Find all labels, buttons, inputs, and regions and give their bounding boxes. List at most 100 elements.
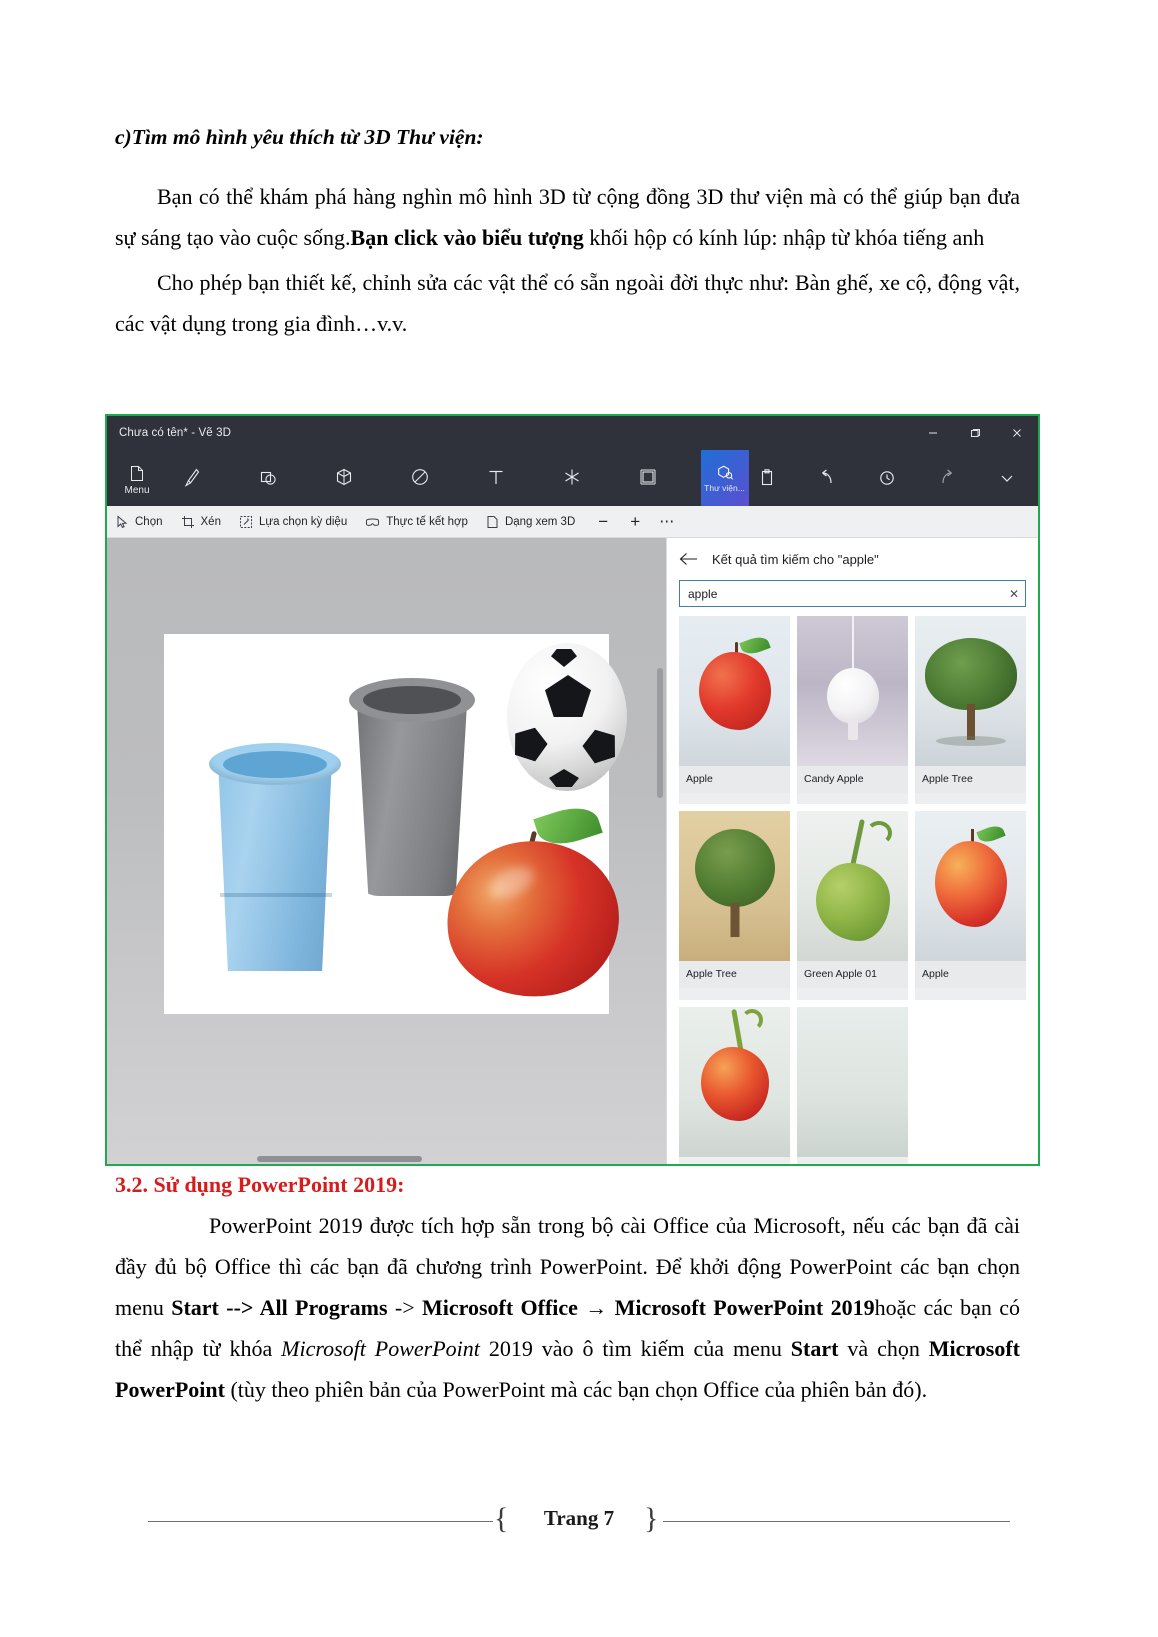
- library-results-grid: Apple Candy Apple Apple Tree Apple Tree …: [667, 616, 1038, 1164]
- clipboard-icon[interactable]: [750, 458, 784, 498]
- library-result-card[interactable]: [797, 1006, 908, 1164]
- thumbnail-loading: [797, 1006, 908, 1157]
- canvas-vertical-scrollbar[interactable]: [657, 668, 663, 798]
- workarea: Kết quả tìm kiếm cho "apple" ✕ Apple: [107, 538, 1038, 1164]
- keyword-microsoft-office: Microsoft Office: [421, 1295, 578, 1320]
- arrow-1: -->: [218, 1295, 260, 1320]
- library-result-card[interactable]: Apple Tree: [679, 811, 790, 1000]
- canvas-3d-scene[interactable]: [107, 538, 666, 1164]
- crop-tool[interactable]: Xén: [172, 506, 230, 537]
- paragraph-3: PowerPoint 2019 được tích hợp sẵn trong …: [115, 1205, 1020, 1410]
- crop-icon: [181, 515, 195, 529]
- cursor-icon: [116, 514, 129, 529]
- library-result-card[interactable]: Apple Tree: [915, 616, 1026, 805]
- library-3d-icon[interactable]: Thư viện...: [700, 450, 749, 506]
- history-icon[interactable]: [870, 458, 904, 498]
- stickers-icon[interactable]: [397, 453, 443, 503]
- chevron-down-icon[interactable]: [990, 458, 1024, 498]
- back-arrow-icon[interactable]: [679, 552, 698, 566]
- thumbnail-apple-tree-2: [679, 811, 790, 962]
- paragraph-1-part-b: khối hộp có kính lúp: nhập từ khóa tiếng…: [583, 225, 985, 250]
- subheading-c: c)Tìm mô hình yêu thích từ 3D Thư viện:: [115, 125, 484, 149]
- ribbon-right-group: [750, 450, 1038, 506]
- keyword-start-2: Start: [790, 1336, 839, 1361]
- view-3d-icon: [486, 515, 499, 529]
- paragraph-3-part-3: 2019 vào ô tìm kiếm của menu: [479, 1336, 791, 1361]
- ribbon-toolbar: Menu Thư viện...: [107, 450, 1038, 506]
- mixed-reality-tool[interactable]: Thực tế kết hợp: [356, 506, 477, 537]
- thumbnail-apple-3: [915, 811, 1026, 962]
- clear-search-icon[interactable]: ✕: [1009, 581, 1019, 606]
- select-tool[interactable]: Chọn: [107, 506, 172, 537]
- library-result-card[interactable]: Apple: [679, 616, 790, 805]
- keyword-italic-mspp: Microsoft PowerPoint: [281, 1336, 480, 1361]
- paragraph-3-part-4: và chọn: [838, 1336, 929, 1361]
- gray-cup-inner: [363, 686, 461, 714]
- window-title: Chưa có tên* - Vẽ 3D: [119, 427, 231, 439]
- library-result-card[interactable]: Green Apple 01: [797, 811, 908, 1000]
- keyword-start-1: Start: [171, 1295, 219, 1320]
- library-result-label: Green Apple 01: [797, 961, 908, 989]
- mixed-reality-icon: [365, 515, 380, 529]
- footer-brace-right: }: [644, 1502, 659, 1535]
- paint3d-screenshot: Chưa có tên* - Vẽ 3D Menu Thư viện... Ch…: [105, 414, 1040, 1166]
- arrow-2: ->: [387, 1295, 422, 1320]
- paragraph-2: Cho phép bạn thiết kế, chỉnh sửa các vật…: [115, 270, 1020, 336]
- apple-fruit: [436, 829, 630, 1009]
- view-3d-label: Dạng xem 3D: [504, 515, 576, 528]
- menu-label: Menu: [124, 484, 150, 496]
- search-box[interactable]: ✕: [679, 580, 1026, 607]
- document-upper-text: c)Tìm mô hình yêu thích từ 3D Thư viện: …: [115, 125, 1020, 348]
- menu-button[interactable]: Menu: [107, 450, 167, 506]
- arrow-3: →: [577, 1295, 615, 1320]
- object-apple[interactable]: [436, 800, 630, 1009]
- view-3d-tool[interactable]: Dạng xem 3D: [477, 506, 584, 537]
- close-icon[interactable]: [996, 416, 1038, 450]
- library-header: Kết quả tìm kiếm cho "apple": [667, 538, 1038, 580]
- library-result-card[interactable]: Candy Apple: [797, 616, 908, 805]
- minimize-icon[interactable]: [912, 416, 954, 450]
- canvas-icon[interactable]: [625, 453, 671, 503]
- blue-cup-body: [217, 759, 333, 971]
- canvas-horizontal-scrollbar[interactable]: [257, 1156, 422, 1162]
- blue-cup-inner: [223, 751, 327, 778]
- window-controls: [912, 416, 1038, 450]
- section-heading-3-2: 3.2. Sử dụng PowerPoint 2019:: [115, 1172, 405, 1197]
- library-result-label: Apple: [679, 766, 790, 793]
- object-blue-cup[interactable]: [205, 743, 345, 973]
- thumbnail-apple: [679, 616, 790, 766]
- library-result-label: Apple Tree: [915, 766, 1026, 793]
- zoom-in-button[interactable]: +: [620, 509, 650, 535]
- shapes-2d-icon[interactable]: [245, 453, 291, 503]
- thumbnail-red-apple-stem: [679, 1006, 790, 1157]
- ribbon-tool-group: Thư viện...: [167, 450, 750, 506]
- text-icon[interactable]: [473, 453, 519, 503]
- thumbnail-candy-apple: [797, 616, 908, 766]
- zoom-out-button[interactable]: −: [588, 509, 618, 535]
- object-soccer-ball[interactable]: [507, 643, 627, 791]
- more-options-button[interactable]: ⋯: [652, 509, 682, 535]
- search-input[interactable]: [680, 581, 1025, 606]
- thumbnail-green-apple: [797, 811, 908, 962]
- undo-icon[interactable]: [810, 458, 844, 498]
- footer-page-number: Trang 7: [543, 1506, 615, 1530]
- shapes-3d-icon[interactable]: [321, 453, 367, 503]
- brushes-icon[interactable]: [169, 453, 215, 503]
- paragraph-1: Bạn có thể khám phá hàng nghìn mô hình 3…: [115, 176, 1020, 258]
- redo-icon[interactable]: [930, 458, 964, 498]
- library-3d-panel: Kết quả tìm kiếm cho "apple" ✕ Apple: [666, 538, 1038, 1164]
- paragraph-1-bold: Bạn click vào biểu tượng: [350, 225, 584, 250]
- magic-select-label: Lựa chọn kỳ diệu: [258, 515, 348, 528]
- restore-icon[interactable]: [954, 416, 996, 450]
- footer-rule-right: [663, 1521, 1010, 1522]
- magic-select-tool[interactable]: Lựa chọn kỳ diệu: [230, 506, 356, 537]
- library-result-card[interactable]: Apple: [915, 811, 1026, 1000]
- library-result-label: Apple: [915, 961, 1026, 989]
- titlebar: Chưa có tên* - Vẽ 3D: [107, 416, 1038, 450]
- library-title: Kết quả tìm kiếm cho "apple": [712, 551, 879, 567]
- library-search-row: ✕: [667, 580, 1038, 607]
- crop-tool-label: Xén: [200, 515, 221, 528]
- effects-icon[interactable]: [549, 453, 595, 503]
- select-tool-label: Chọn: [135, 515, 163, 528]
- library-result-card[interactable]: [679, 1006, 790, 1164]
